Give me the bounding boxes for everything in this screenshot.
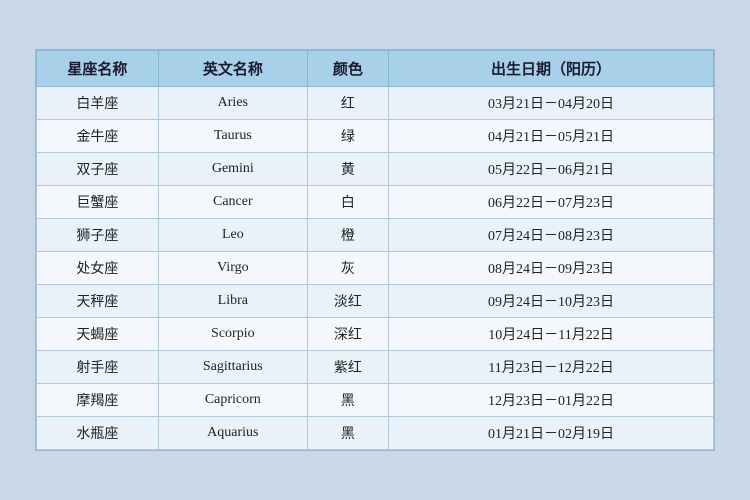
cell-date: 03月21日－04月20日	[389, 87, 714, 120]
zodiac-table-container: 星座名称 英文名称 颜色 出生日期（阳历） 白羊座Aries红03月21日－04…	[35, 49, 715, 451]
cell-date: 11月23日－12月22日	[389, 351, 714, 384]
cell-color: 黑	[307, 384, 388, 417]
cell-en: Gemini	[158, 153, 307, 186]
cell-cn: 处女座	[37, 252, 159, 285]
cell-cn: 天蝎座	[37, 318, 159, 351]
cell-cn: 狮子座	[37, 219, 159, 252]
cell-en: Libra	[158, 285, 307, 318]
cell-en: Aquarius	[158, 417, 307, 450]
cell-date: 07月24日－08月23日	[389, 219, 714, 252]
cell-color: 红	[307, 87, 388, 120]
table-row: 白羊座Aries红03月21日－04月20日	[37, 87, 714, 120]
header-date: 出生日期（阳历）	[389, 51, 714, 87]
cell-en: Aries	[158, 87, 307, 120]
cell-en: Leo	[158, 219, 307, 252]
cell-en: Taurus	[158, 120, 307, 153]
cell-color: 橙	[307, 219, 388, 252]
cell-color: 灰	[307, 252, 388, 285]
cell-color: 黄	[307, 153, 388, 186]
table-row: 射手座Sagittarius紫红11月23日－12月22日	[37, 351, 714, 384]
cell-cn: 摩羯座	[37, 384, 159, 417]
table-row: 天秤座Libra淡红09月24日－10月23日	[37, 285, 714, 318]
header-en: 英文名称	[158, 51, 307, 87]
cell-en: Capricorn	[158, 384, 307, 417]
cell-date: 04月21日－05月21日	[389, 120, 714, 153]
cell-en: Virgo	[158, 252, 307, 285]
cell-cn: 水瓶座	[37, 417, 159, 450]
table-header-row: 星座名称 英文名称 颜色 出生日期（阳历）	[37, 51, 714, 87]
cell-date: 06月22日－07月23日	[389, 186, 714, 219]
cell-cn: 白羊座	[37, 87, 159, 120]
table-row: 天蝎座Scorpio深红10月24日－11月22日	[37, 318, 714, 351]
cell-cn: 双子座	[37, 153, 159, 186]
table-row: 巨蟹座Cancer白06月22日－07月23日	[37, 186, 714, 219]
table-row: 双子座Gemini黄05月22日－06月21日	[37, 153, 714, 186]
cell-color: 淡红	[307, 285, 388, 318]
cell-en: Cancer	[158, 186, 307, 219]
header-color: 颜色	[307, 51, 388, 87]
zodiac-table: 星座名称 英文名称 颜色 出生日期（阳历） 白羊座Aries红03月21日－04…	[36, 50, 714, 450]
cell-en: Sagittarius	[158, 351, 307, 384]
cell-date: 05月22日－06月21日	[389, 153, 714, 186]
table-row: 处女座Virgo灰08月24日－09月23日	[37, 252, 714, 285]
cell-color: 白	[307, 186, 388, 219]
table-row: 摩羯座Capricorn黑12月23日－01月22日	[37, 384, 714, 417]
cell-cn: 金牛座	[37, 120, 159, 153]
cell-color: 紫红	[307, 351, 388, 384]
cell-cn: 天秤座	[37, 285, 159, 318]
table-body: 白羊座Aries红03月21日－04月20日金牛座Taurus绿04月21日－0…	[37, 87, 714, 450]
cell-date: 12月23日－01月22日	[389, 384, 714, 417]
cell-date: 10月24日－11月22日	[389, 318, 714, 351]
cell-cn: 巨蟹座	[37, 186, 159, 219]
cell-color: 绿	[307, 120, 388, 153]
cell-date: 08月24日－09月23日	[389, 252, 714, 285]
header-cn: 星座名称	[37, 51, 159, 87]
table-row: 狮子座Leo橙07月24日－08月23日	[37, 219, 714, 252]
table-row: 水瓶座Aquarius黑01月21日－02月19日	[37, 417, 714, 450]
cell-date: 09月24日－10月23日	[389, 285, 714, 318]
cell-en: Scorpio	[158, 318, 307, 351]
cell-cn: 射手座	[37, 351, 159, 384]
cell-color: 深红	[307, 318, 388, 351]
cell-color: 黑	[307, 417, 388, 450]
table-row: 金牛座Taurus绿04月21日－05月21日	[37, 120, 714, 153]
cell-date: 01月21日－02月19日	[389, 417, 714, 450]
